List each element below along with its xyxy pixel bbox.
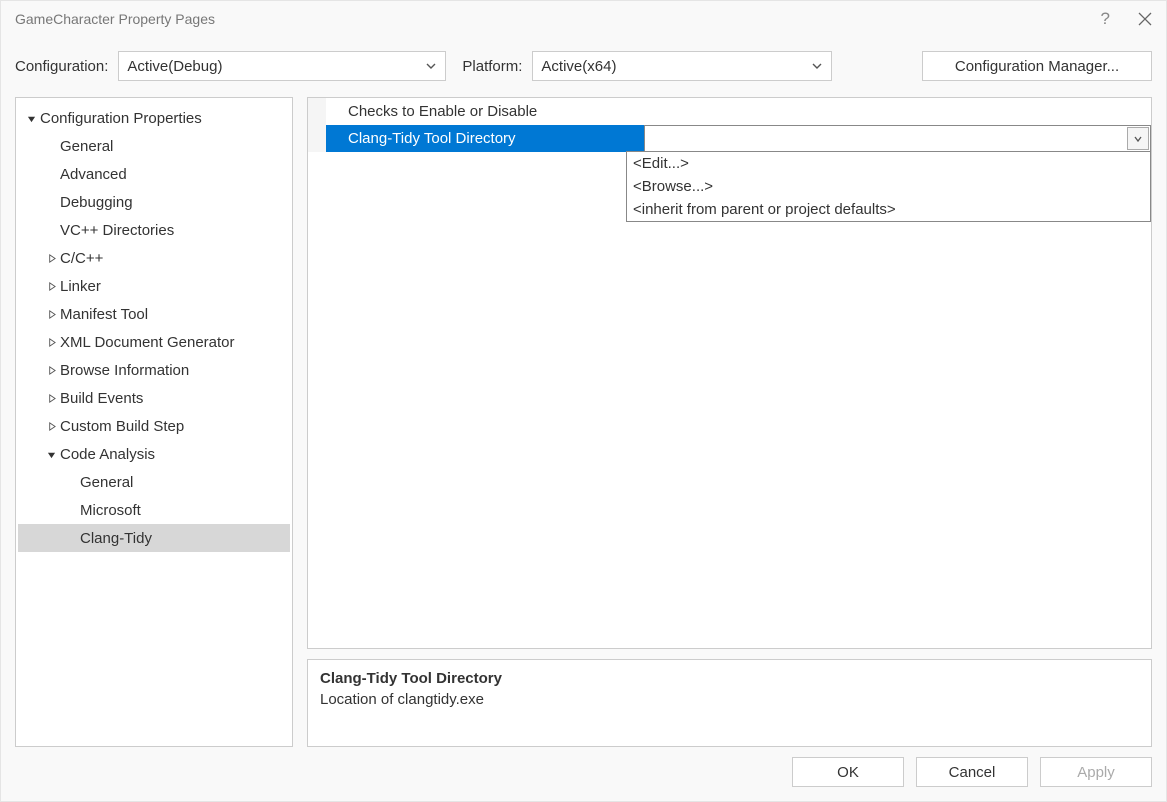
main-panel: Checks to Enable or Disable Clang-Tidy T… [307,97,1152,747]
tree-item-custom-build-step[interactable]: Custom Build Step [18,412,290,440]
tree-label: Advanced [60,166,127,183]
dialog-footer: OK Cancel Apply [1,757,1166,801]
tree-item-c-cpp[interactable]: C/C++ [18,244,290,272]
configuration-value: Active(Debug) [127,58,222,75]
configuration-combo[interactable]: Active(Debug) [118,51,446,81]
tree-label: Linker [60,278,101,295]
tree-item-vcpp-directories[interactable]: VC++ Directories [18,216,290,244]
tree-item-general[interactable]: General [18,132,290,160]
apply-label: Apply [1077,764,1115,781]
help-icon[interactable]: ? [1101,9,1110,29]
property-value-cell[interactable] [644,98,1151,125]
property-value-cell[interactable] [644,125,1151,152]
dropdown-item-edit[interactable]: <Edit...> [627,152,1150,175]
configuration-manager-button[interactable]: Configuration Manager... [922,51,1152,81]
platform-value: Active(x64) [541,58,616,75]
description-panel: Clang-Tidy Tool Directory Location of cl… [307,659,1152,747]
tree-item-debugging[interactable]: Debugging [18,188,290,216]
tree-label: General [80,474,133,491]
close-icon[interactable] [1138,12,1152,26]
tree-arrow-collapsed-icon [44,254,58,263]
tree-item-browse-information[interactable]: Browse Information [18,356,290,384]
titlebar-controls: ? [1101,9,1152,29]
tree-label: VC++ Directories [60,222,174,239]
tree-label: General [60,138,113,155]
configuration-label: Configuration: [15,58,108,75]
tree-label: Debugging [60,194,133,211]
window-title: GameCharacter Property Pages [15,11,215,27]
tree-label: Code Analysis [60,446,155,463]
description-text: Location of clangtidy.exe [320,691,1139,708]
property-name-cell: Checks to Enable or Disable [326,98,644,125]
tree-arrow-collapsed-icon [44,310,58,319]
tree-item-code-analysis-clang-tidy[interactable]: Clang-Tidy [18,524,290,552]
property-grid[interactable]: Checks to Enable or Disable Clang-Tidy T… [307,97,1152,649]
dropdown-item-browse[interactable]: <Browse...> [627,175,1150,198]
property-name: Checks to Enable or Disable [348,103,537,120]
grid-gutter [308,98,326,125]
tree-arrow-collapsed-icon [44,422,58,431]
description-title: Clang-Tidy Tool Directory [320,670,1139,687]
tree-item-build-events[interactable]: Build Events [18,384,290,412]
cancel-button[interactable]: Cancel [916,757,1028,787]
tree-label: C/C++ [60,250,103,267]
content-area: Configuration Properties General Advance… [1,89,1166,757]
tree-item-code-analysis[interactable]: Code Analysis [18,440,290,468]
apply-button[interactable]: Apply [1040,757,1152,787]
chevron-down-icon [425,60,437,72]
tree-item-manifest-tool[interactable]: Manifest Tool [18,300,290,328]
tree-item-advanced[interactable]: Advanced [18,160,290,188]
tree-panel[interactable]: Configuration Properties General Advance… [15,97,293,747]
property-name-cell: Clang-Tidy Tool Directory [326,125,644,152]
dropdown-button[interactable] [1127,127,1149,150]
titlebar: GameCharacter Property Pages ? [1,1,1166,37]
tree-label: Configuration Properties [40,110,202,127]
tree-arrow-expanded-icon [44,450,58,459]
tree-item-linker[interactable]: Linker [18,272,290,300]
tree-label: Microsoft [80,502,141,519]
tree-arrow-collapsed-icon [44,338,58,347]
toolbar: Configuration: Active(Debug) Platform: A… [1,37,1166,89]
property-row-checks[interactable]: Checks to Enable or Disable [308,98,1151,125]
tree-label: Build Events [60,390,143,407]
tree-label: Clang-Tidy [80,530,152,547]
dropdown-item-inherit[interactable]: <inherit from parent or project defaults… [627,198,1150,221]
ok-label: OK [837,764,859,781]
tree-item-code-analysis-general[interactable]: General [18,468,290,496]
tree-label: Custom Build Step [60,418,184,435]
chevron-down-icon [811,60,823,72]
tree-arrow-collapsed-icon [44,366,58,375]
property-name: Clang-Tidy Tool Directory [348,130,516,147]
platform-combo[interactable]: Active(x64) [532,51,832,81]
tree-item-configuration-properties[interactable]: Configuration Properties [18,104,290,132]
tree-label: Manifest Tool [60,306,148,323]
property-pages-window: GameCharacter Property Pages ? Configura… [0,0,1167,802]
tree-label: Browse Information [60,362,189,379]
tree-arrow-collapsed-icon [44,282,58,291]
ok-button[interactable]: OK [792,757,904,787]
platform-label: Platform: [462,58,522,75]
tree-arrow-collapsed-icon [44,394,58,403]
property-row-clang-tidy-dir[interactable]: Clang-Tidy Tool Directory [308,125,1151,152]
value-dropdown[interactable]: <Edit...> <Browse...> <inherit from pare… [626,151,1151,222]
tree-item-xml-doc-generator[interactable]: XML Document Generator [18,328,290,356]
cancel-label: Cancel [949,764,996,781]
grid-gutter [308,125,326,152]
tree-arrow-expanded-icon [24,114,38,123]
tree-item-code-analysis-microsoft[interactable]: Microsoft [18,496,290,524]
tree-label: XML Document Generator [60,334,235,351]
configuration-manager-label: Configuration Manager... [955,58,1119,75]
